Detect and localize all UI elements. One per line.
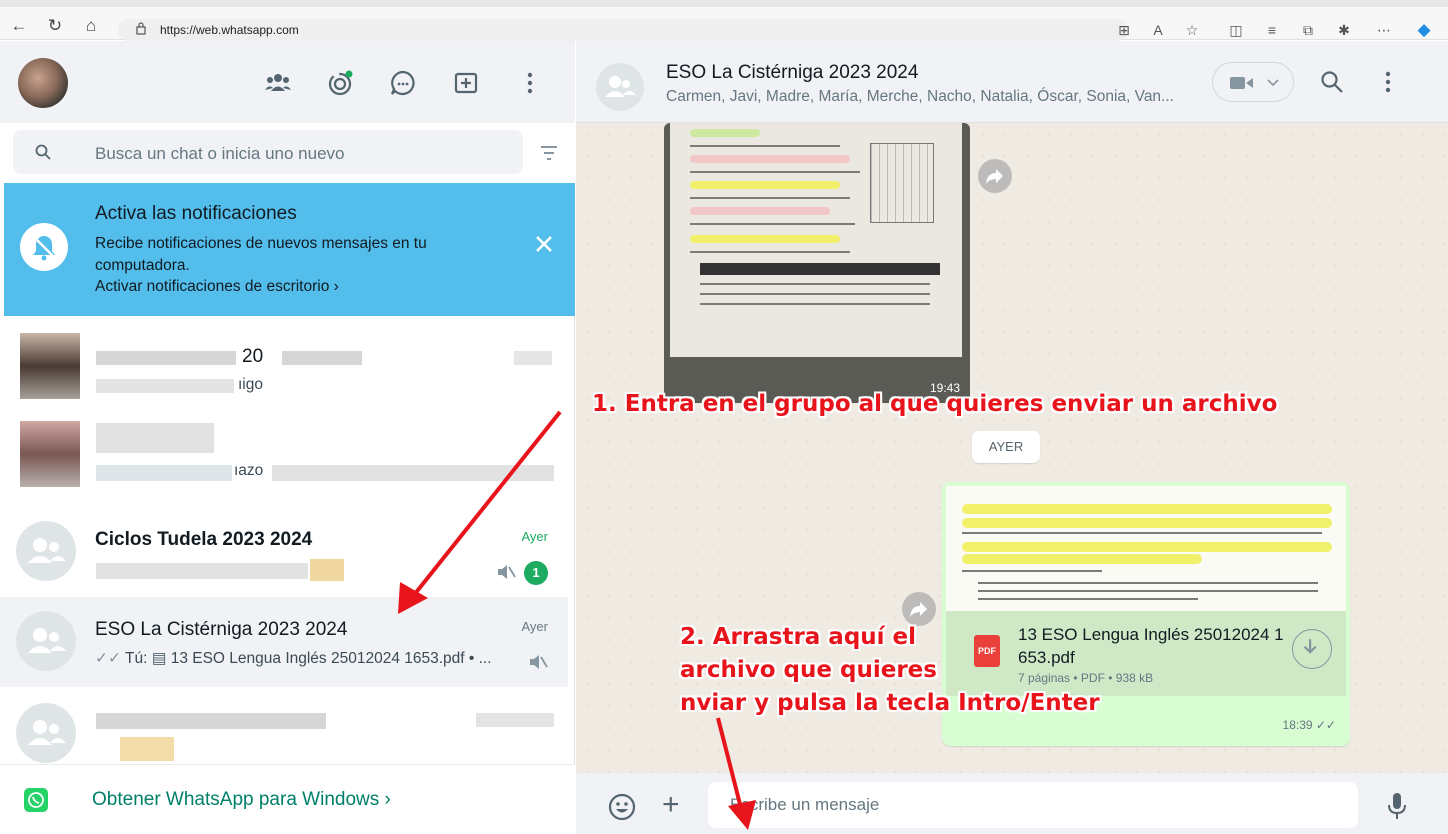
enable-notifications-link[interactable]: Activar notificaciones de escritorio › xyxy=(95,278,339,296)
list-item[interactable]: Ciclos Tudela 2023 2024 Ayer 1 xyxy=(0,507,568,597)
menu-icon[interactable] xyxy=(1382,69,1394,95)
attach-icon[interactable]: + xyxy=(662,790,688,821)
image-message[interactable]: 19:43 xyxy=(664,123,970,403)
annotation-step-2: 2. Arrastra aquí el archivo que quieres … xyxy=(680,621,1100,720)
annotation-step-2-line-3: nviar y pulsa la tecla Intro/Enter xyxy=(680,690,1100,716)
channels-icon[interactable] xyxy=(389,69,417,97)
menu-icon[interactable] xyxy=(516,69,544,97)
chat-name-fragment: 20 xyxy=(242,346,264,367)
sidebar-header xyxy=(0,41,575,123)
chat-time: Ayer xyxy=(521,529,549,544)
document-icon: ▤ xyxy=(151,650,167,667)
download-button[interactable] xyxy=(1292,629,1332,669)
search-icon xyxy=(35,144,51,160)
list-item[interactable]: ıazo xyxy=(0,411,568,501)
close-icon[interactable] xyxy=(533,233,555,255)
copilot-icon[interactable]: ◆ xyxy=(1414,21,1434,39)
group-avatar[interactable] xyxy=(596,63,644,111)
group-avatar xyxy=(16,703,76,763)
notification-title: Activa las notificaciones xyxy=(95,203,297,224)
forward-icon[interactable] xyxy=(978,159,1012,193)
message-time: 18:39 ✓✓ xyxy=(1282,718,1336,732)
whatsapp-icon xyxy=(24,788,48,812)
video-call-button[interactable] xyxy=(1212,62,1294,102)
url-text: https://web.whatsapp.com xyxy=(160,23,299,37)
group-avatar xyxy=(16,521,76,581)
extensions-icon[interactable]: ✱ xyxy=(1334,21,1354,39)
notification-body: Recibe notificaciones de nuevos mensajes… xyxy=(95,235,427,274)
more-icon[interactable]: ⋯ xyxy=(1374,21,1394,39)
avatar[interactable] xyxy=(18,58,68,108)
double-check-icon: ✓✓ xyxy=(95,650,121,667)
photo-of-page xyxy=(670,123,962,357)
message-placeholder: Escribe un mensaje xyxy=(730,795,880,814)
chat-time: Ayer xyxy=(521,619,549,634)
search-area: Busca un chat o inicia uno nuevo xyxy=(0,123,575,183)
video-icon xyxy=(1230,77,1253,89)
message-input[interactable]: Escribe un mensaje xyxy=(708,782,1358,828)
group-members: Carmen, Javi, Madre, María, Merche, Nach… xyxy=(666,88,1174,105)
app-grid-icon[interactable]: ⊞ xyxy=(1114,21,1134,39)
message-composer: + Escribe un mensaje xyxy=(576,773,1448,834)
document-preview xyxy=(946,486,1346,611)
get-app-label: Obtener WhatsApp para Windows › xyxy=(92,789,391,810)
bell-off-icon xyxy=(20,223,68,271)
preview-text: 13 ESO Lengua Inglés 25012024 1653.pdf •… xyxy=(170,650,492,667)
avatar xyxy=(20,333,80,399)
address-bar[interactable]: https://web.whatsapp.com xyxy=(118,19,1128,41)
chat-preview: ✓✓ Tú: ▤ 13 ESO Lengua Inglés 25012024 1… xyxy=(95,649,492,668)
page: ← ↻ ⌂ https://web.whatsapp.com ⊞ A ☆ ◫ ≡… xyxy=(0,0,1448,834)
date-separator: AYER xyxy=(972,431,1040,463)
search-input[interactable]: Busca un chat o inicia uno nuevo xyxy=(13,130,523,174)
chat-sidebar: Busca un chat o inicia uno nuevo Activa … xyxy=(0,41,575,834)
conversation-header[interactable]: ESO La Cistérniga 2023 2024 Carmen, Javi… xyxy=(576,41,1448,123)
group-avatar xyxy=(16,611,76,671)
lock-icon xyxy=(136,22,146,35)
microphone-icon[interactable] xyxy=(1386,791,1408,821)
read-aloud-icon[interactable]: A xyxy=(1148,21,1168,39)
get-app-banner[interactable]: Obtener WhatsApp para Windows › xyxy=(0,764,575,834)
preview-prefix: Tú: xyxy=(125,650,148,667)
search-placeholder: Busca un chat o inicia uno nuevo xyxy=(95,144,345,163)
emoji-icon[interactable] xyxy=(608,793,636,821)
list-item[interactable]: 20 ıigo xyxy=(0,319,568,409)
annotation-step-2-line-2: archivo que quieres xyxy=(680,657,937,683)
new-chat-icon[interactable] xyxy=(452,69,480,97)
unread-badge: 1 xyxy=(524,561,548,585)
muted-icon xyxy=(498,565,516,579)
chat-preview-fragment: ıazo xyxy=(234,462,264,479)
group-name: ESO La Cistérniga 2023 2024 xyxy=(666,62,919,83)
filter-icon[interactable] xyxy=(540,145,558,161)
chat-list: 20 ıigo ıazo Ciclos Tudela 2023 2024 Aye… xyxy=(0,319,575,769)
list-item-selected[interactable]: ESO La Cistérniga 2023 2024 Ayer ✓✓ Tú: … xyxy=(0,597,568,687)
favorites-list-icon[interactable]: ≡ xyxy=(1262,21,1282,39)
chat-preview-fragment: ıigo xyxy=(238,376,263,393)
chevron-down-icon xyxy=(1267,79,1279,87)
annotation-step-1: 1. Entra en el grupo al que quieres envi… xyxy=(592,391,1278,417)
favorite-star-icon[interactable]: ☆ xyxy=(1182,21,1202,39)
home-icon[interactable]: ⌂ xyxy=(80,16,102,36)
muted-icon xyxy=(530,655,548,669)
chat-name: Ciclos Tudela 2023 2024 xyxy=(95,529,313,550)
communities-icon[interactable] xyxy=(264,69,292,97)
avatar xyxy=(20,421,80,487)
download-icon xyxy=(1303,639,1317,654)
back-icon[interactable]: ← xyxy=(8,16,30,36)
collections-icon[interactable]: ⧉ xyxy=(1298,21,1318,39)
status-icon[interactable] xyxy=(327,69,355,97)
reload-icon[interactable]: ↻ xyxy=(44,16,66,36)
notification-banner: Activa las notificaciones Recibe notific… xyxy=(4,183,575,316)
tab-strip xyxy=(0,0,1448,7)
annotation-step-2-line-1: 2. Arrastra aquí el xyxy=(680,624,917,650)
search-icon[interactable] xyxy=(1320,70,1344,94)
split-screen-icon[interactable]: ◫ xyxy=(1226,21,1246,39)
chat-name: ESO La Cistérniga 2023 2024 xyxy=(95,619,348,640)
browser-toolbar: ← ↻ ⌂ https://web.whatsapp.com ⊞ A ☆ ◫ ≡… xyxy=(0,0,1448,41)
